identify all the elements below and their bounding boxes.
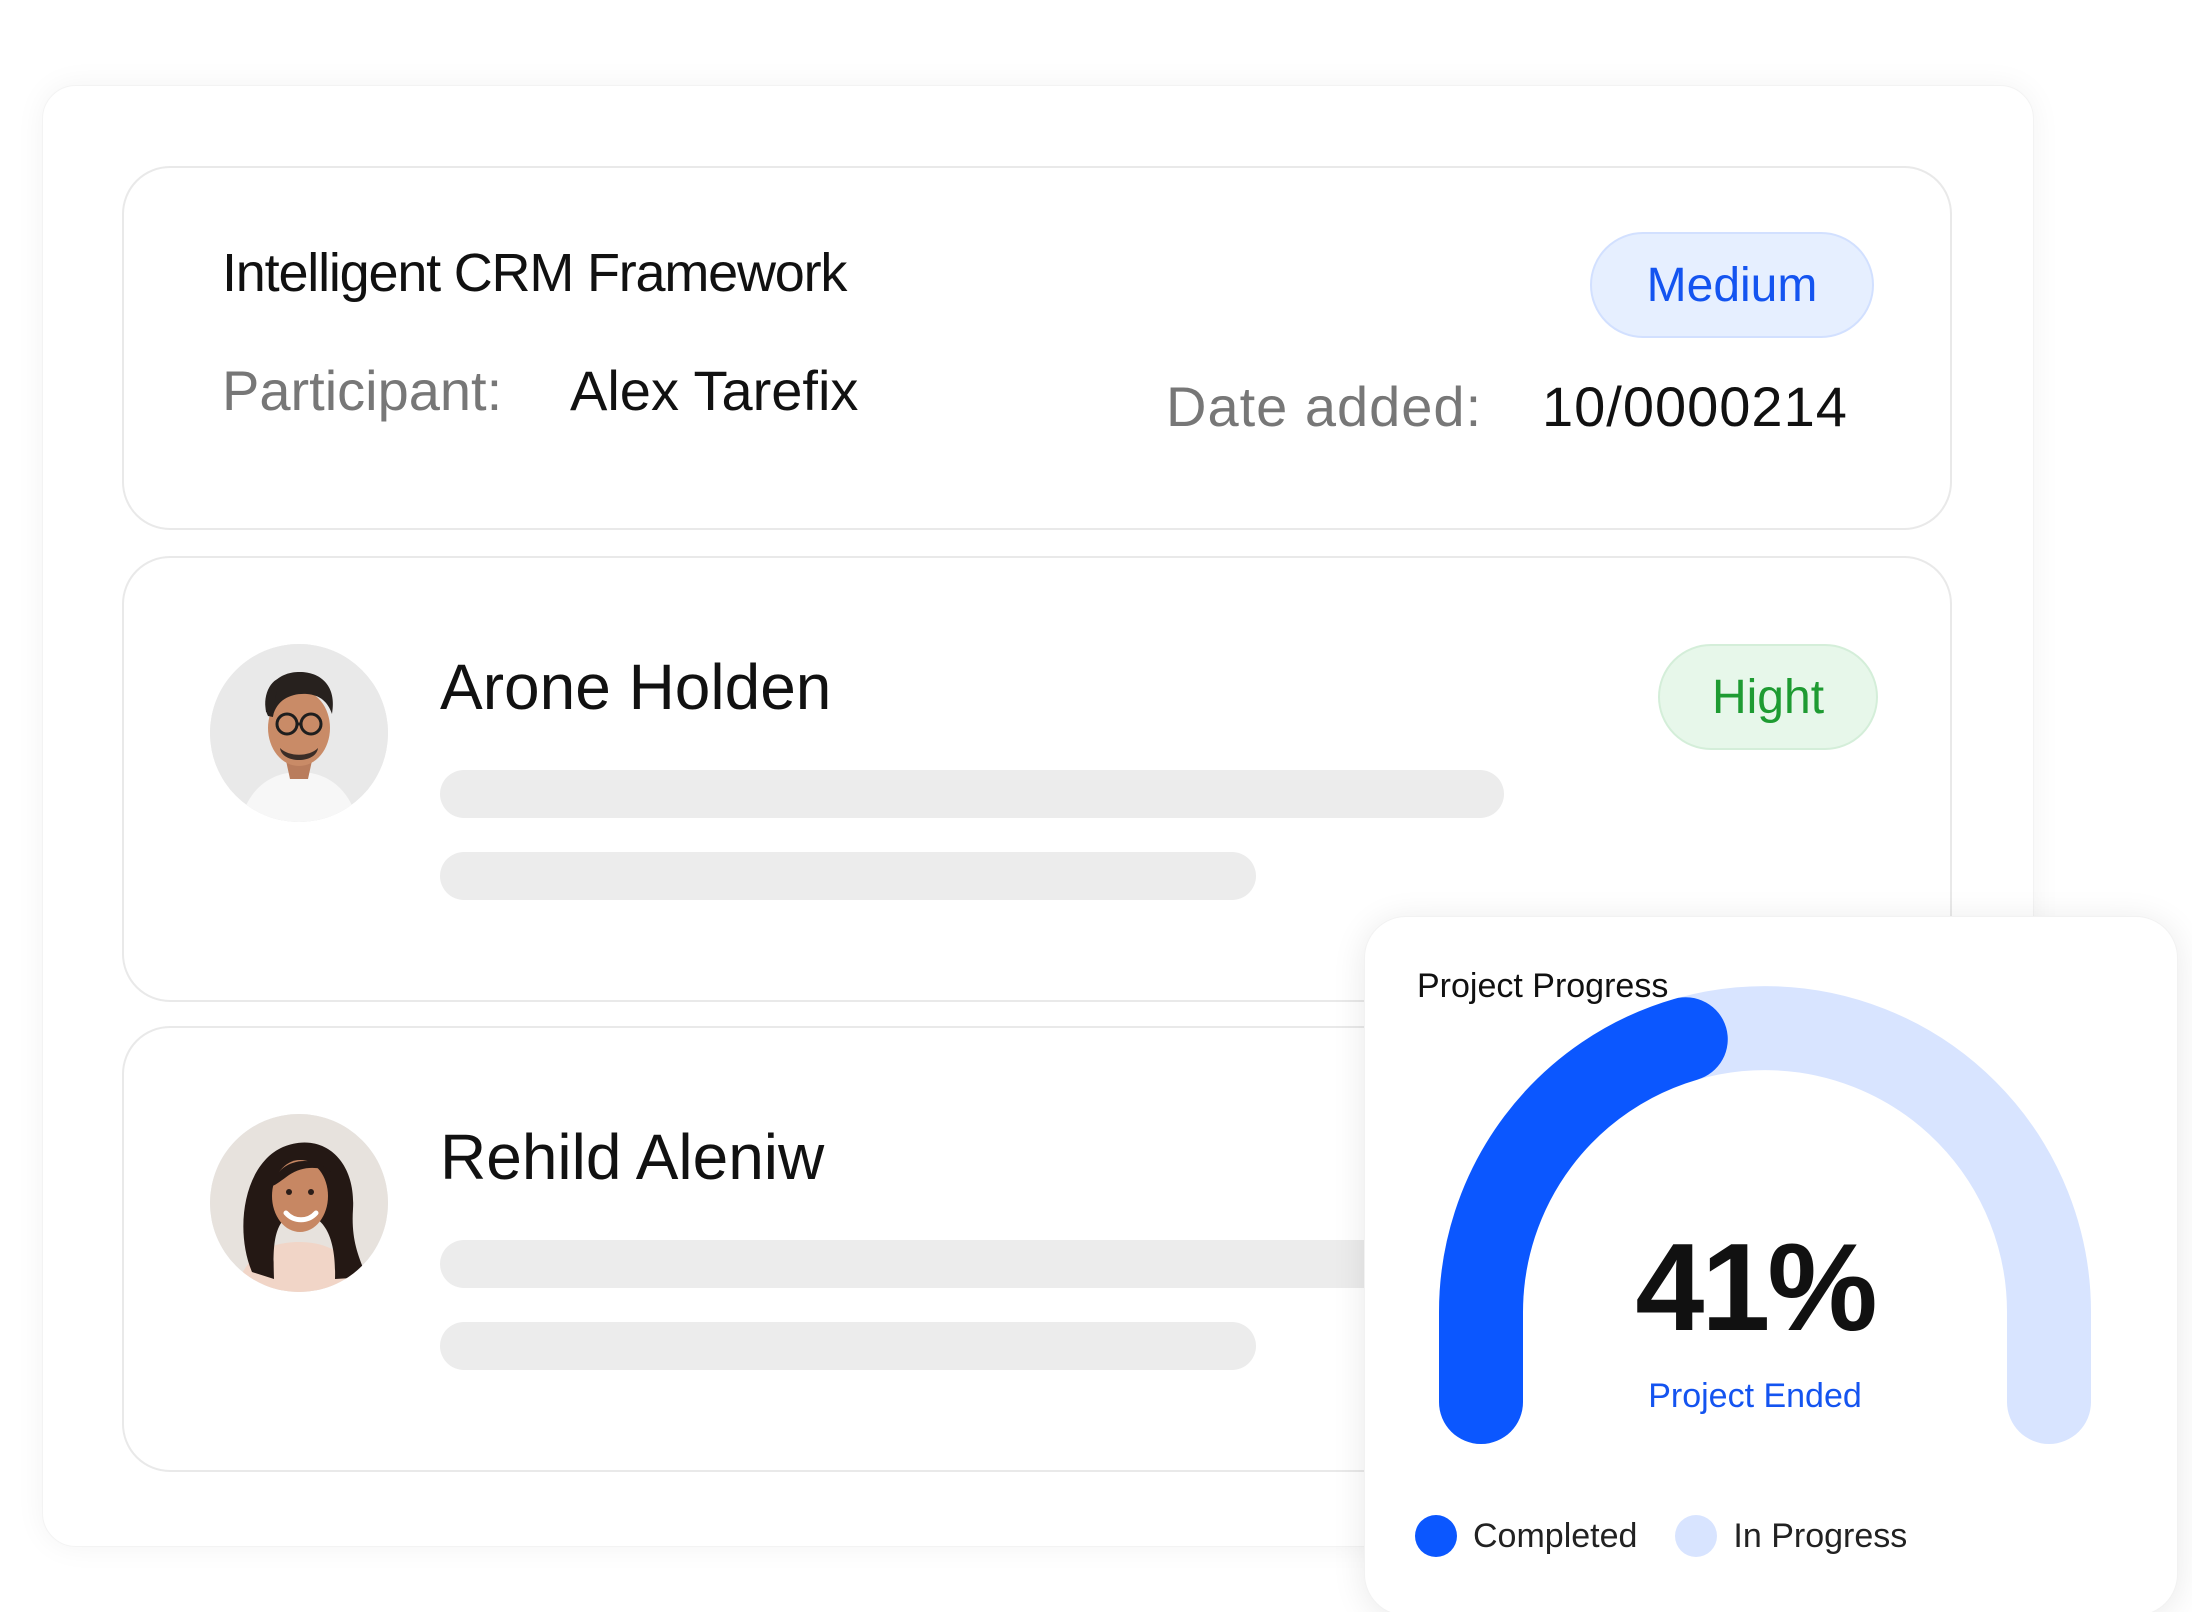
participant-name: Alex Tarefix [570, 359, 859, 422]
project-card[interactable]: Intelligent CRM Framework Participant: A… [122, 166, 1952, 530]
person-name: Rehild Aleniw [440, 1121, 825, 1193]
progress-status: Project Ended [1648, 1377, 1862, 1415]
completed-legend-dot [1415, 1515, 1457, 1557]
date-added-value: 10/0000214 [1542, 375, 1848, 438]
priority-badge-high[interactable]: Hight [1658, 644, 1878, 750]
placeholder-line [440, 1322, 1256, 1370]
date-added-label: Date added: [1166, 375, 1483, 438]
in-progress-legend-dot [1675, 1515, 1718, 1557]
project-progress-card: Project Progress 41% Project Ended Compl… [1364, 916, 2178, 1612]
placeholder-line [440, 852, 1256, 900]
priority-badge-medium[interactable]: Medium [1590, 232, 1874, 338]
progress-legend: Completed In Progress [1415, 1515, 1945, 1557]
participant-label: Participant: [222, 359, 503, 422]
avatar [210, 1114, 388, 1292]
project-title: Intelligent CRM Framework [222, 243, 847, 303]
woman-avatar-icon [210, 1114, 388, 1292]
progress-percent: 41% [1635, 1219, 1877, 1357]
avatar [210, 644, 388, 822]
placeholder-line [440, 1240, 1504, 1288]
man-avatar-icon [210, 644, 388, 822]
completed-legend-label: Completed [1473, 1516, 1638, 1555]
placeholder-line [440, 770, 1504, 818]
in-progress-legend-label: In Progress [1733, 1516, 1908, 1555]
person-name: Arone Holden [440, 651, 832, 723]
stage: Intelligent CRM Framework Participant: A… [0, 0, 2192, 1612]
